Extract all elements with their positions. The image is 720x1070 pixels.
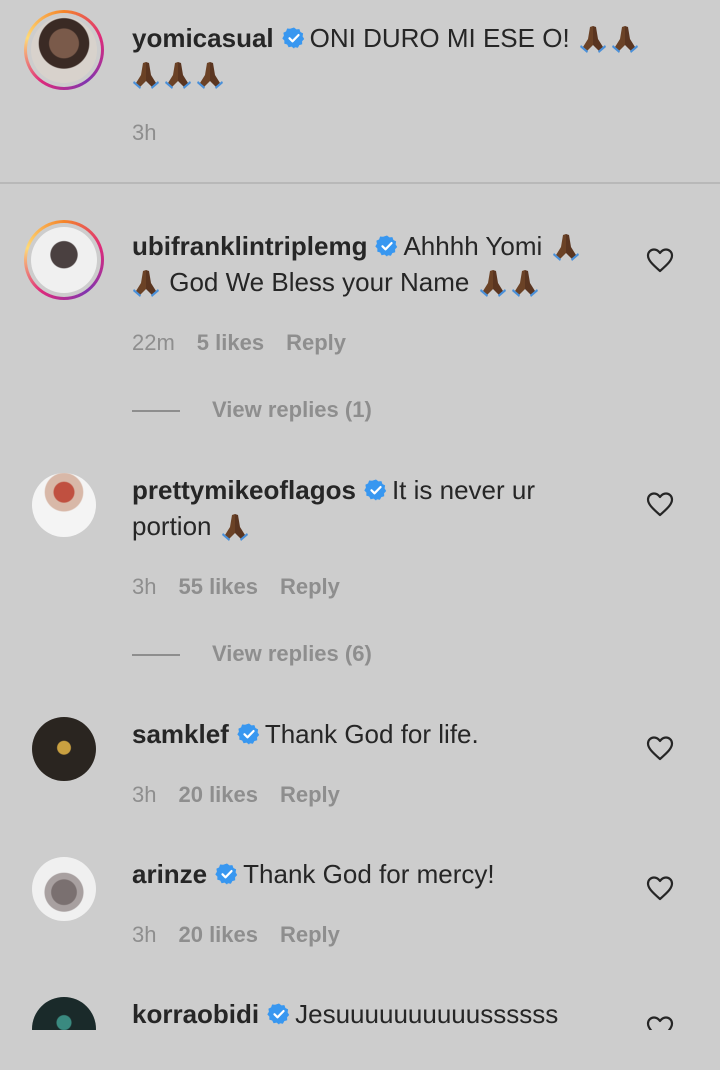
timestamp: 3h xyxy=(132,782,157,807)
reply-button[interactable]: Reply xyxy=(280,922,340,947)
folded-hands-emoji xyxy=(611,23,639,53)
replies-line xyxy=(132,654,180,657)
caption-body: ONI DURO MI ESE O! xyxy=(309,23,570,53)
comment-body: portion xyxy=(132,511,212,541)
timestamp: 22m xyxy=(132,330,175,355)
timestamp: 3h xyxy=(132,574,157,599)
username[interactable]: korraobidi xyxy=(132,999,259,1029)
comment-text: korraobidi Jesuuuuuuuuuussssss xyxy=(132,996,612,1032)
username[interactable]: arinze xyxy=(132,859,207,889)
likes-count[interactable]: 20 likes xyxy=(178,922,258,947)
folded-hands-emoji xyxy=(579,23,607,53)
comment-meta: 3h 20 likes Reply xyxy=(132,780,362,810)
verified-badge-icon xyxy=(267,1002,291,1026)
folded-hands-emoji xyxy=(221,511,249,541)
caption-meta: 3h xyxy=(132,118,178,148)
comment-body: Thank God for life. xyxy=(264,719,479,749)
folded-hands-emoji xyxy=(552,231,580,261)
comment-body: Ahhhh Yomi xyxy=(403,231,543,261)
verified-badge-icon xyxy=(364,478,388,502)
username[interactable]: prettymikeoflagos xyxy=(132,475,356,505)
divider xyxy=(0,182,720,184)
likes-count[interactable]: 55 likes xyxy=(178,574,258,599)
timestamp: 3h xyxy=(132,922,157,947)
reply-button[interactable]: Reply xyxy=(286,330,346,355)
caption-text: yomicasual ONI DURO MI ESE O! xyxy=(132,20,662,92)
comment-text: ubifranklintriplemg Ahhhh Yomi God We Ble… xyxy=(132,228,612,300)
avatar[interactable] xyxy=(24,10,104,90)
likes-count[interactable]: 5 likes xyxy=(197,330,264,355)
heart-outline-icon[interactable] xyxy=(646,875,674,901)
reply-button[interactable]: Reply xyxy=(280,574,340,599)
folded-hands-emoji xyxy=(164,59,192,89)
comment-meta: 3h 55 likes Reply xyxy=(132,572,362,602)
view-replies-button[interactable]: View replies (6) xyxy=(132,639,372,669)
timestamp: 3h xyxy=(132,120,157,145)
comment-body: Thank God for mercy! xyxy=(243,859,495,889)
verified-badge-icon xyxy=(237,722,261,746)
view-replies-button[interactable]: View replies (1) xyxy=(132,395,372,425)
folded-hands-emoji xyxy=(479,267,507,297)
folded-hands-emoji xyxy=(132,267,160,297)
username[interactable]: samklef xyxy=(132,719,229,749)
verified-badge-icon xyxy=(215,862,239,886)
comment-meta: 22m 5 likes Reply xyxy=(132,328,368,358)
heart-outline-icon[interactable] xyxy=(646,491,674,517)
username[interactable]: ubifranklintriplemg xyxy=(132,231,367,261)
avatar[interactable] xyxy=(32,473,96,537)
avatar[interactable] xyxy=(24,220,104,300)
folded-hands-emoji xyxy=(132,59,160,89)
username[interactable]: yomicasual xyxy=(132,23,274,53)
folded-hands-emoji xyxy=(511,267,539,297)
heart-outline-icon[interactable] xyxy=(646,247,674,273)
verified-badge-icon xyxy=(375,234,399,258)
avatar[interactable] xyxy=(32,857,96,921)
comment-body: God We Bless your Name xyxy=(169,267,470,297)
comment-text: prettymikeoflagos It is never ur portion xyxy=(132,472,612,544)
comment-text: arinze Thank God for mercy! xyxy=(132,856,612,892)
comment-meta: 3h 20 likes Reply xyxy=(132,920,362,950)
comment-text: samklef Thank God for life. xyxy=(132,716,612,752)
view-replies-label[interactable]: View replies (6) xyxy=(212,641,372,666)
folded-hands-emoji xyxy=(196,59,224,89)
heart-outline-icon[interactable] xyxy=(646,735,674,761)
reply-button[interactable]: Reply xyxy=(280,782,340,807)
verified-badge-icon xyxy=(282,26,306,50)
replies-line xyxy=(132,410,180,413)
comment-body: It is never ur xyxy=(391,475,536,505)
comment-body: Jesuuuuuuuuuussssss xyxy=(295,999,559,1029)
scroll-clip xyxy=(0,1030,720,1070)
view-replies-label[interactable]: View replies (1) xyxy=(212,397,372,422)
avatar[interactable] xyxy=(32,717,96,781)
post-caption: yomicasual ONI DURO MI ESE O! 3h xyxy=(0,0,720,182)
likes-count[interactable]: 20 likes xyxy=(178,782,258,807)
